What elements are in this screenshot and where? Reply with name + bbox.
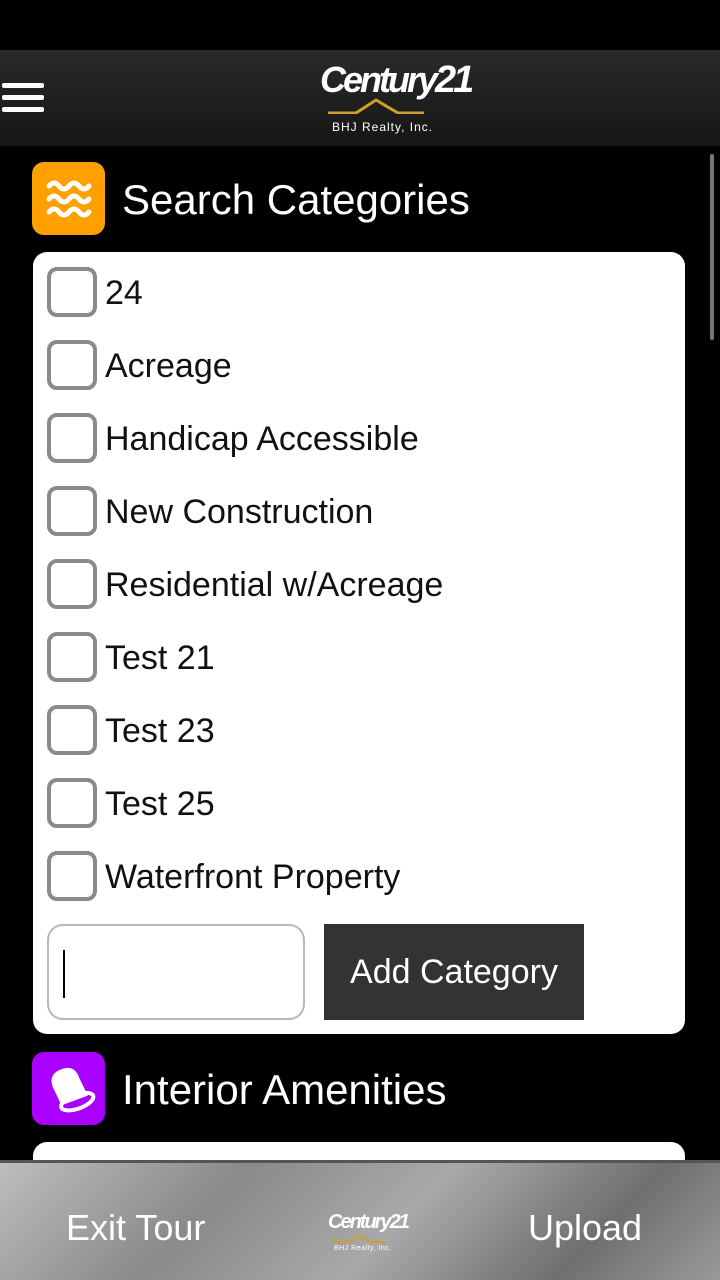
menu-icon[interactable] (2, 83, 44, 115)
scroll-content[interactable]: Search Categories 24 Acreage Handicap Ac… (0, 146, 720, 1160)
category-item[interactable]: Test 21 (47, 632, 667, 690)
company-logo: Century21 BHJ Realty, Inc. (320, 59, 474, 134)
category-item[interactable]: Test 25 (47, 778, 667, 836)
category-label: Test 21 (105, 639, 215, 677)
waves-icon (32, 162, 105, 235)
category-label: Test 25 (105, 785, 215, 823)
category-item[interactable]: Residential w/Acreage (47, 559, 667, 617)
category-checkbox[interactable] (47, 413, 97, 463)
company-logo-small: Century21 BHJ Realty, Inc. (328, 1211, 410, 1252)
section-title: Search Categories (122, 176, 470, 223)
text-caret (63, 950, 65, 998)
category-checkbox[interactable] (47, 705, 97, 755)
category-item[interactable]: Test 23 (47, 705, 667, 763)
category-label: Handicap Accessible (105, 420, 419, 458)
bell-icon (32, 1052, 105, 1125)
category-checkbox[interactable] (47, 267, 97, 317)
category-label: Waterfront Property (105, 858, 401, 896)
category-item[interactable]: Acreage (47, 340, 667, 398)
category-checkbox[interactable] (47, 486, 97, 536)
new-category-input[interactable] (47, 924, 305, 1020)
category-item[interactable]: Handicap Accessible (47, 413, 667, 471)
section-title: Interior Amenities (122, 1066, 447, 1113)
category-checkbox[interactable] (47, 340, 97, 390)
category-checkbox[interactable] (47, 559, 97, 609)
scrollbar[interactable] (710, 154, 714, 340)
category-label: Acreage (105, 347, 232, 385)
category-label: Residential w/Acreage (105, 566, 444, 604)
status-bar (0, 0, 720, 50)
category-item[interactable]: New Construction (47, 486, 667, 544)
app-header: Century21 BHJ Realty, Inc. (0, 50, 720, 146)
category-label: Test 23 (105, 712, 215, 750)
category-checkbox[interactable] (47, 851, 97, 901)
categories-panel: 24 Acreage Handicap Accessible New Const… (33, 252, 685, 1034)
interior-amenities-header: Interior Amenities (32, 1052, 692, 1126)
amenities-panel (33, 1142, 685, 1160)
category-checkbox[interactable] (47, 778, 97, 828)
bottom-toolbar: Exit Tour Century21 BHJ Realty, Inc. Upl… (0, 1160, 720, 1280)
category-item[interactable]: Waterfront Property (47, 851, 667, 909)
category-checkbox[interactable] (47, 632, 97, 682)
category-item[interactable]: 24 (47, 267, 667, 325)
add-category-button[interactable]: Add Category (324, 924, 584, 1020)
upload-button[interactable]: Upload (528, 1207, 642, 1249)
exit-tour-button[interactable]: Exit Tour (66, 1207, 205, 1249)
category-label: 24 (105, 274, 143, 312)
search-categories-header: Search Categories (32, 162, 692, 236)
category-label: New Construction (105, 493, 374, 531)
